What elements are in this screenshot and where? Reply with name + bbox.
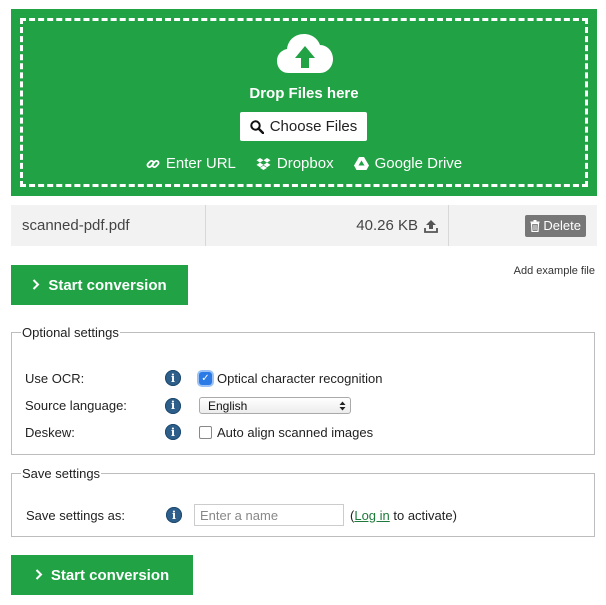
- settings-name-input[interactable]: [194, 504, 344, 526]
- drop-files-text: Drop Files here: [249, 85, 359, 102]
- login-link[interactable]: Log in: [354, 508, 389, 523]
- enter-url-link[interactable]: Enter URL: [146, 155, 236, 172]
- upload-icon: [424, 219, 438, 233]
- chevron-right-icon: [35, 567, 43, 584]
- delete-button[interactable]: Delete: [525, 214, 586, 237]
- delete-label: Delete: [543, 218, 581, 233]
- optional-settings-fieldset: Optional settings Use OCR: i ✓ Optical c…: [11, 325, 595, 455]
- enter-url-label: Enter URL: [165, 155, 236, 172]
- optional-settings-legend: Optional settings: [22, 325, 119, 340]
- save-settings-row: Save settings as: i (Log in to activate): [26, 504, 457, 526]
- deskew-option-label: Auto align scanned images: [217, 424, 374, 440]
- google-drive-link[interactable]: Google Drive: [353, 155, 463, 172]
- source-language-label: Source language:: [25, 398, 127, 413]
- choose-files-label: Choose Files: [269, 118, 358, 135]
- start-conversion-button[interactable]: Start conversion: [11, 265, 188, 305]
- search-icon: [250, 119, 264, 134]
- info-icon[interactable]: i: [166, 507, 182, 523]
- dropbox-link[interactable]: Dropbox: [256, 155, 334, 172]
- ocr-row: Use OCR: i ✓ Optical character recogniti…: [25, 370, 382, 386]
- start-conversion-button-bottom[interactable]: Start conversion: [11, 555, 193, 595]
- upload-dropzone[interactable]: Drop Files here Choose Files Enter URL D…: [11, 9, 597, 196]
- link-icon: [146, 159, 160, 168]
- info-icon[interactable]: i: [165, 424, 181, 440]
- dropbox-icon: [256, 157, 271, 170]
- cloud-upload-icon: [277, 34, 333, 73]
- source-language-value: English: [208, 398, 248, 413]
- choose-files-button[interactable]: Choose Files: [240, 112, 367, 141]
- start-conversion-label: Start conversion: [50, 566, 170, 584]
- ocr-checkbox[interactable]: ✓: [199, 371, 212, 385]
- start-conversion-label: Start conversion: [48, 276, 167, 294]
- file-name: scanned-pdf.pdf: [11, 205, 206, 246]
- file-actions: Delete: [449, 214, 597, 237]
- deskew-checkbox[interactable]: [199, 425, 212, 439]
- info-icon[interactable]: i: [165, 370, 181, 386]
- save-settings-legend: Save settings: [22, 466, 101, 481]
- ocr-option-label: Optical character recognition: [217, 370, 383, 386]
- language-row: Source language: i English: [25, 397, 351, 414]
- select-arrows-icon: [339, 401, 346, 410]
- source-language-select[interactable]: English: [199, 397, 351, 414]
- file-row: scanned-pdf.pdf 40.26 KB Delete: [11, 205, 597, 246]
- login-note-suffix: to activate): [389, 507, 457, 523]
- deskew-row: Deskew: i Auto align scanned images: [25, 424, 373, 440]
- save-settings-fieldset: Save settings Save settings as: i (Log i…: [11, 466, 595, 537]
- ocr-label: Use OCR:: [25, 370, 85, 386]
- upload-sources: Enter URL Dropbox Google Drive: [11, 155, 597, 172]
- file-size: 40.26 KB: [356, 217, 418, 234]
- file-size-cell: 40.26 KB: [206, 205, 449, 246]
- google-drive-icon: [353, 157, 369, 170]
- deskew-label: Deskew:: [25, 424, 75, 440]
- google-drive-label: Google Drive: [374, 155, 463, 172]
- save-settings-label: Save settings as:: [26, 507, 125, 523]
- login-note: (Log in to activate): [350, 508, 457, 523]
- dropbox-label: Dropbox: [276, 155, 334, 172]
- info-icon[interactable]: i: [165, 397, 181, 414]
- trash-icon: [530, 219, 540, 232]
- add-example-file-link[interactable]: Add example file: [514, 265, 595, 277]
- chevron-right-icon: [32, 277, 40, 294]
